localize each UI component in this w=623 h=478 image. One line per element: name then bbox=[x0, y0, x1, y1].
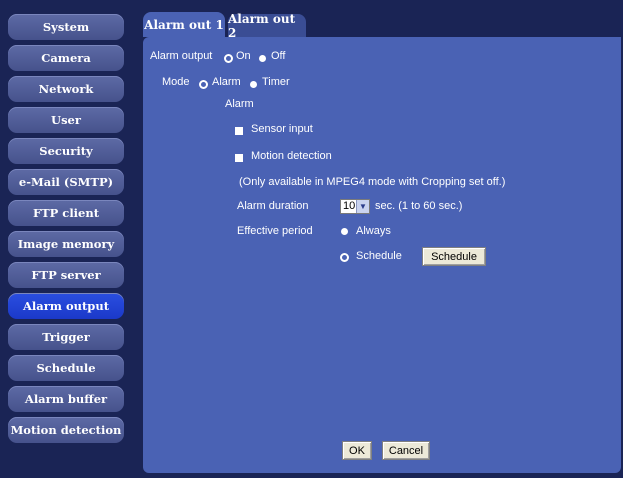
alarm-duration-unit: sec. (1 to 60 sec.) bbox=[375, 200, 463, 212]
sensor-input-label: Sensor input bbox=[251, 123, 313, 135]
mode-alarm-label: Alarm bbox=[212, 76, 241, 88]
mode-label: Mode bbox=[162, 76, 190, 88]
sidebar-item-trigger[interactable]: Trigger bbox=[8, 324, 124, 350]
alarm-output-off-label: Off bbox=[271, 50, 286, 62]
sidebar-item-motion-detection[interactable]: Motion detection bbox=[8, 417, 124, 443]
sidebar-item-user[interactable]: User bbox=[8, 107, 124, 133]
sidebar-item-alarm-output[interactable]: Alarm output bbox=[8, 293, 124, 319]
sidebar-item-image-memory[interactable]: Image memory bbox=[8, 231, 124, 257]
sidebar-item-camera[interactable]: Camera bbox=[8, 45, 124, 71]
period-schedule-radio[interactable] bbox=[340, 253, 349, 262]
sidebar-item-alarm-buffer[interactable]: Alarm buffer bbox=[8, 386, 124, 412]
alarm-output-label: Alarm output bbox=[150, 50, 213, 62]
alarm-duration-label: Alarm duration bbox=[237, 200, 309, 212]
tab-alarm-out-2[interactable]: Alarm out 2 bbox=[228, 12, 306, 40]
alarm-output-on-label: On bbox=[236, 50, 251, 62]
motion-detection-label: Motion detection bbox=[251, 150, 332, 162]
sidebar-item-ftp-client[interactable]: FTP client bbox=[8, 200, 124, 226]
period-always-label: Always bbox=[356, 225, 391, 237]
motion-detection-note: (Only available in MPEG4 mode with Cropp… bbox=[239, 176, 506, 188]
sidebar-item-email-smtp[interactable]: e-Mail (SMTP) bbox=[8, 169, 124, 195]
mode-alarm-radio[interactable] bbox=[199, 80, 208, 89]
alarm-section-title: Alarm bbox=[225, 98, 254, 110]
alarm-duration-select[interactable]: 10 ▼ bbox=[340, 199, 370, 214]
ok-button[interactable]: OK bbox=[342, 441, 372, 460]
schedule-button[interactable]: Schedule bbox=[422, 247, 486, 266]
period-schedule-label: Schedule bbox=[356, 250, 402, 262]
mode-timer-radio[interactable] bbox=[250, 81, 257, 88]
sidebar-item-schedule[interactable]: Schedule bbox=[8, 355, 124, 381]
sensor-input-checkbox[interactable] bbox=[235, 127, 243, 135]
cancel-button[interactable]: Cancel bbox=[382, 441, 430, 460]
alarm-output-on-radio[interactable] bbox=[224, 54, 233, 63]
alarm-output-off-radio[interactable] bbox=[259, 55, 266, 62]
sidebar-item-ftp-server[interactable]: FTP server bbox=[8, 262, 124, 288]
alarm-duration-value: 10 bbox=[343, 200, 356, 212]
period-always-radio[interactable] bbox=[341, 228, 348, 235]
sidebar-item-system[interactable]: System bbox=[8, 14, 124, 40]
sidebar-item-network[interactable]: Network bbox=[8, 76, 124, 102]
motion-detection-checkbox[interactable] bbox=[235, 154, 243, 162]
sidebar-item-security[interactable]: Security bbox=[8, 138, 124, 164]
mode-timer-label: Timer bbox=[262, 76, 290, 88]
chevron-down-icon[interactable]: ▼ bbox=[356, 200, 369, 213]
effective-period-label: Effective period bbox=[237, 225, 313, 237]
tab-alarm-out-1[interactable]: Alarm out 1 bbox=[143, 12, 225, 37]
